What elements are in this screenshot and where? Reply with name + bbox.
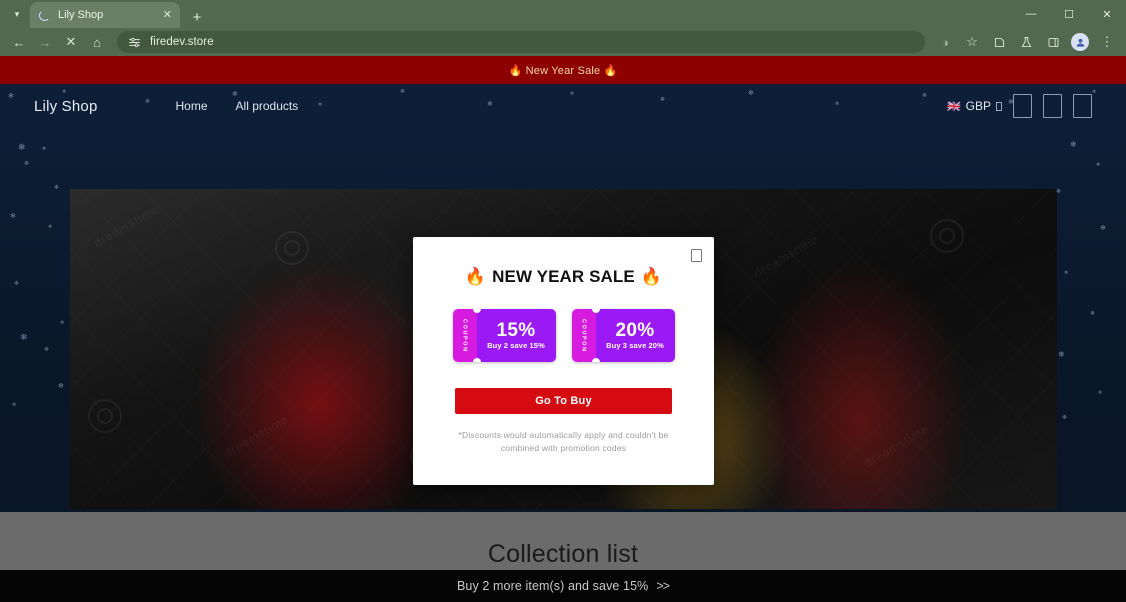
uk-flag-icon: 🇬🇧 — [946, 100, 961, 113]
header-right-actions: 🇬🇧 GBP — [947, 94, 1092, 118]
browser-menu-icon[interactable]: ⋮ — [1095, 30, 1119, 54]
sticky-promo-message: Buy 2 more item(s) and save 15% — [457, 579, 649, 593]
new-year-sale-modal: 🔥 NEW YEAR SALE 🔥 COUPON 15% Buy 2 save … — [413, 237, 714, 485]
coupon-percent: 20% — [615, 320, 655, 341]
fire-icon-right: 🔥 — [640, 267, 663, 286]
bookmark-icon[interactable]: ☆ — [960, 30, 984, 54]
modal-title: 🔥 NEW YEAR SALE 🔥 — [465, 267, 662, 287]
nav-link-all-products[interactable]: All products — [236, 99, 299, 113]
coupon-percent: 15% — [496, 320, 536, 341]
labs-flask-icon[interactable] — [1014, 30, 1038, 54]
coupon-strip: COUPON — [571, 309, 596, 362]
modal-title-text: NEW YEAR SALE — [492, 267, 635, 286]
coupon-list: COUPON 15% Buy 2 save 15% COUPON 20% Buy… — [452, 309, 675, 362]
cart-icon[interactable] — [1073, 94, 1092, 118]
coupon-strip-label: COUPON — [461, 318, 468, 353]
close-icon[interactable] — [691, 249, 702, 262]
side-panel-icon[interactable] — [1041, 30, 1065, 54]
sticky-promo-bar[interactable]: Buy 2 more item(s) and save 15% >> — [0, 570, 1126, 602]
hero-section: ❄ ❄ ❄ ❄ ❄ ❄ ❄ ❄ ❄ ❄ ❄ ❄ ❄ ❄ ❄ ❄ ❄ ❄ ❄ ❄ — [0, 84, 1126, 602]
browser-tab[interactable]: Lily Shop ✕ — [30, 2, 180, 28]
minimize-button[interactable]: — — [1012, 0, 1050, 28]
forward-icon[interactable]: → — [33, 30, 57, 54]
account-icon[interactable] — [1043, 94, 1062, 118]
nav-link-home[interactable]: Home — [176, 99, 208, 113]
extensions-icon[interactable] — [987, 30, 1011, 54]
tab-close-icon[interactable]: ✕ — [163, 9, 172, 21]
coupon-body: 15% Buy 2 save 15% — [476, 309, 556, 362]
site-header: Lily Shop Home All products 🇬🇧 GBP — [0, 84, 1126, 128]
tab-search-icon[interactable]: ▾ — [4, 2, 30, 26]
coupon-strip-label: COUPON — [580, 318, 587, 353]
fire-icon-left: 🔥 — [464, 267, 487, 286]
announcement-bar: 🔥 New Year Sale 🔥 — [0, 56, 1126, 84]
coupon-body: 20% Buy 3 save 20% — [595, 309, 675, 362]
coupon-card[interactable]: COUPON 15% Buy 2 save 15% — [452, 309, 556, 362]
address-bar[interactable]: firedev.store — [117, 31, 925, 53]
maximize-button[interactable]: ☐ — [1050, 0, 1088, 28]
main-navigation: Home All products — [176, 99, 299, 113]
go-to-buy-button[interactable]: Go To Buy — [455, 388, 672, 414]
collection-list-title: Collection list — [487, 540, 639, 568]
coupon-subtitle: Buy 2 save 15% — [487, 341, 545, 350]
window-controls: — ☐ ✕ — [1012, 0, 1126, 28]
coupon-card[interactable]: COUPON 20% Buy 3 save 20% — [571, 309, 675, 362]
profile-avatar[interactable] — [1068, 30, 1092, 54]
browser-toolbar: ← → ✕ ⌂ firedev.store ◑ ☆ ⋮ — [0, 28, 1126, 56]
toolbar-actions: ◑ ☆ ⋮ — [933, 30, 1119, 54]
tab-strip: ▾ Lily Shop ✕ + — ☐ ✕ — [0, 0, 1126, 28]
new-tab-button[interactable]: + — [186, 10, 208, 25]
modal-disclaimer: *Discounts would automatically apply and… — [458, 430, 669, 454]
tune-icon[interactable] — [127, 35, 141, 49]
coupon-strip: COUPON — [452, 309, 477, 362]
site-logo[interactable]: Lily Shop — [34, 98, 98, 115]
browser-window: ▾ Lily Shop ✕ + — ☐ ✕ ← → ✕ ⌂ firedev.st… — [0, 0, 1126, 602]
search-icon[interactable] — [1013, 94, 1032, 118]
back-icon[interactable]: ← — [7, 30, 31, 54]
stop-loading-icon[interactable]: ✕ — [59, 30, 83, 54]
chevron-down-icon[interactable] — [996, 101, 1002, 111]
coupon-subtitle: Buy 3 save 20% — [606, 341, 664, 350]
currency-code: GBP — [965, 99, 991, 113]
loading-spinner-icon — [38, 9, 51, 22]
currency-selector[interactable]: 🇬🇧 GBP — [947, 99, 1002, 113]
page-viewport: 🔥 New Year Sale 🔥 ❄ ❄ ❄ ❄ ❄ ❄ ❄ ❄ ❄ ❄ ❄ … — [0, 56, 1126, 602]
close-window-button[interactable]: ✕ — [1088, 0, 1126, 28]
chevron-right-icon[interactable]: >> — [656, 579, 670, 593]
tab-title: Lily Shop — [58, 9, 104, 21]
url-text: firedev.store — [150, 36, 214, 48]
home-icon[interactable]: ⌂ — [85, 30, 109, 54]
incognito-icon[interactable]: ◑ — [933, 30, 957, 54]
